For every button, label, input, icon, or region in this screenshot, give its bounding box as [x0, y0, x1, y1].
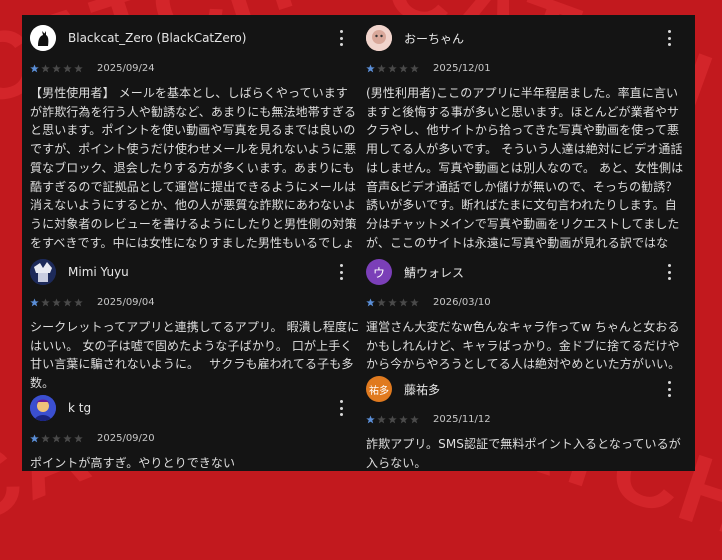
reviews-column-left: Blackcat_Zero (BlackCatZero) 2025/09/24 …: [30, 15, 360, 471]
star-rating: [366, 63, 421, 73]
star-empty-icon: [410, 297, 419, 306]
star-empty-icon: [388, 63, 397, 72]
review-date: 2025/09/24: [97, 62, 155, 74]
more-options-icon[interactable]: [662, 264, 676, 280]
anime-avatar-icon[interactable]: [30, 259, 56, 285]
star-filled-icon: [366, 63, 375, 72]
reviewer-name: k tg: [68, 401, 92, 415]
star-empty-icon: [74, 433, 83, 442]
star-empty-icon: [388, 297, 397, 306]
star-filled-icon: [30, 433, 39, 442]
review-card: k tg 2025/09/20 ポイントが高すぎ。やりとりできない: [30, 391, 360, 471]
star-empty-icon: [52, 433, 61, 442]
reviewer-name: 鯖ウォレス: [404, 265, 465, 280]
star-filled-icon: [366, 297, 375, 306]
star-empty-icon: [52, 297, 61, 306]
star-empty-icon: [41, 63, 50, 72]
blue-character-icon[interactable]: [30, 395, 56, 421]
star-rating: [366, 297, 421, 307]
review-date: 2026/03/10: [433, 296, 491, 308]
review-date: 2025/11/12: [433, 413, 491, 425]
star-empty-icon: [74, 63, 83, 72]
reviewer-name: おーちゃん: [404, 31, 465, 46]
review-text: シークレットってアプリと連携してるアプリ。 暇潰し程度にはいい。 女の子は嘘で固…: [30, 320, 360, 391]
star-rating: [30, 297, 85, 307]
review-text: (男性利用者)ここのアプリに半年程居ました。率直に言いますと後悔する事が多いと思…: [366, 86, 684, 250]
avatar-letter: ウ: [372, 265, 385, 280]
star-empty-icon: [63, 63, 72, 72]
review-date: 2025/09/20: [97, 432, 155, 444]
review-card: おーちゃん 2025/12/01 (男性利用者)ここのアプリに半年程居ました。率…: [366, 21, 688, 252]
review-date: 2025/12/01: [433, 62, 491, 74]
user-initial-avatar[interactable]: ウ: [366, 259, 392, 285]
star-filled-icon: [30, 63, 39, 72]
star-empty-icon: [377, 63, 386, 72]
reviews-panel: Blackcat_Zero (BlackCatZero) 2025/09/24 …: [22, 15, 695, 471]
star-empty-icon: [410, 414, 419, 423]
star-empty-icon: [377, 297, 386, 306]
more-options-icon[interactable]: [334, 264, 348, 280]
review-card: Blackcat_Zero (BlackCatZero) 2025/09/24 …: [30, 21, 360, 252]
review-card: Mimi Yuyu 2025/09/04 シークレットってアプリと連携してるアプ…: [30, 255, 360, 393]
star-empty-icon: [74, 297, 83, 306]
star-empty-icon: [399, 63, 408, 72]
more-options-icon[interactable]: [662, 381, 676, 397]
reviewer-name: Blackcat_Zero (BlackCatZero): [68, 31, 247, 45]
star-rating: [366, 414, 421, 424]
star-empty-icon: [399, 297, 408, 306]
more-options-icon[interactable]: [334, 30, 348, 46]
star-empty-icon: [63, 297, 72, 306]
star-empty-icon: [410, 63, 419, 72]
star-empty-icon: [399, 414, 408, 423]
star-empty-icon: [52, 63, 61, 72]
user-initial-avatar[interactable]: 祐多: [366, 376, 392, 402]
reviewer-name: Mimi Yuyu: [68, 265, 129, 279]
review-card: ウ 鯖ウォレス 2026/03/10 運営さん大変だなw色んなキャラ作ってw ち…: [366, 255, 688, 374]
review-text: 詐欺アプリ。SMS認証で無料ポイント入るとなっているが入らない。: [366, 437, 681, 470]
reviews-column-right: おーちゃん 2025/12/01 (男性利用者)ここのアプリに半年程居ました。率…: [366, 15, 688, 471]
review-text: 【男性使用者】 メールを基本とし、しばらくやっていますが詐欺行為を行う人や勧誘な…: [30, 86, 357, 250]
avatar-letter: 祐多: [369, 385, 389, 397]
star-empty-icon: [377, 414, 386, 423]
star-rating: [30, 63, 85, 73]
star-rating: [30, 433, 85, 443]
review-card: 祐多 藤祐多 2025/11/12 詐欺アプリ。SMS認証で無料ポイント入るとな…: [366, 372, 688, 471]
more-options-icon[interactable]: [334, 400, 348, 416]
photo-avatar-icon[interactable]: [366, 25, 392, 51]
black-cat-icon[interactable]: [30, 25, 56, 51]
star-filled-icon: [366, 414, 375, 423]
star-empty-icon: [388, 414, 397, 423]
reviewer-name: 藤祐多: [404, 382, 441, 397]
review-text: ポイントが高すぎ。やりとりできない: [30, 456, 236, 470]
star-empty-icon: [41, 433, 50, 442]
more-options-icon[interactable]: [662, 30, 676, 46]
star-filled-icon: [30, 297, 39, 306]
star-empty-icon: [63, 433, 72, 442]
star-empty-icon: [41, 297, 50, 306]
review-text: 運営さん大変だなw色んなキャラ作ってw ちゃんと女おるかもしれんけど、キャラばっ…: [366, 320, 681, 372]
review-date: 2025/09/04: [97, 296, 155, 308]
